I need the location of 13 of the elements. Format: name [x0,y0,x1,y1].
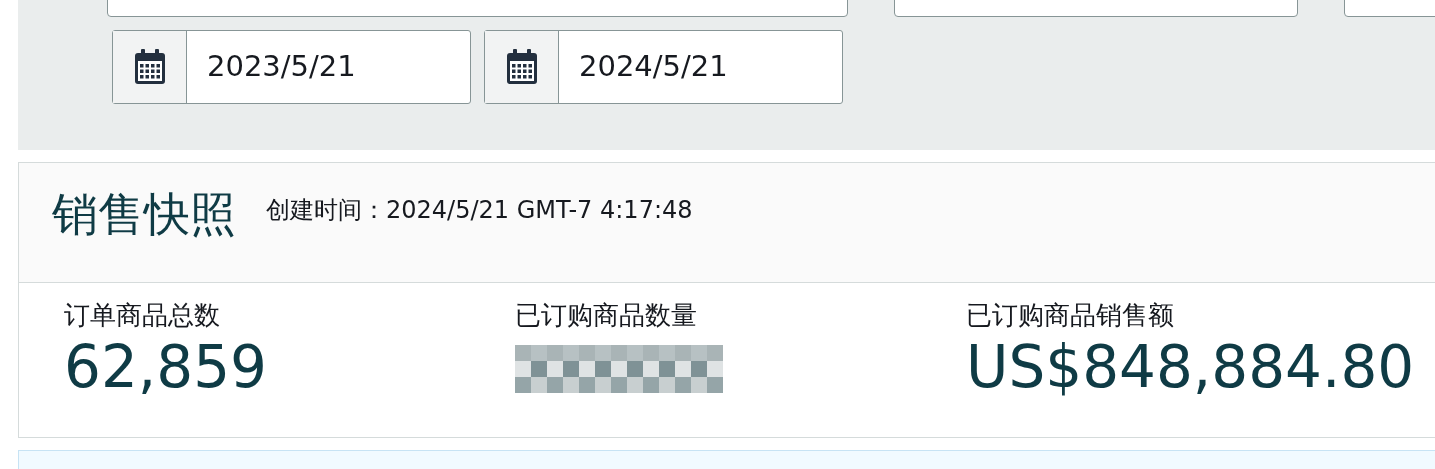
metric-label: 已订购商品数量 [515,299,698,332]
date-value: 2023/5/21 [206,48,356,86]
card-title: 销售快照 [52,187,236,243]
date-field[interactable]: 2024/5/21 [484,30,843,104]
metric-value: 62,859 [64,333,268,403]
metric-value: US$848,884.80 [966,333,1416,403]
metric-label: 已订购商品销售额 [966,299,1175,332]
calendar-icon [505,49,538,85]
date-value: 2024/5/21 [578,48,728,86]
created-time: 创建时间：2024/5/21 GMT-7 4:17:48 [266,195,693,226]
metric-label: 订单商品总数 [64,299,221,332]
calendar-icon [133,49,166,85]
date-field[interactable]: 2023/5/21 [112,30,471,104]
